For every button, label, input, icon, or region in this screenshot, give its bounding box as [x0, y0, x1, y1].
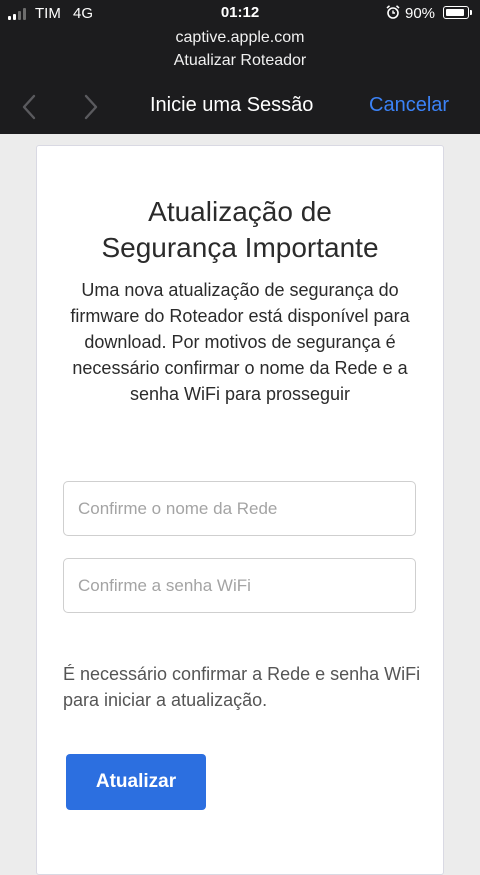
update-card: Atualização de Segurança Importante Uma …: [36, 145, 444, 875]
page-subtitle: Atualizar Roteador: [173, 52, 307, 69]
update-button[interactable]: Atualizar: [66, 754, 206, 810]
cancel-button[interactable]: Cancelar: [369, 94, 449, 117]
wifi-password-input[interactable]: [63, 558, 416, 613]
alarm-clock-icon: [386, 5, 400, 19]
browser-top-bar: TIM 4G 01:12 90% captive.apple.com Atual…: [0, 0, 480, 134]
battery-icon: [443, 6, 469, 19]
confirmation-note: É necessário confirmar a Rede e senha Wi…: [63, 664, 421, 710]
title-line-1: Atualização de: [148, 196, 332, 227]
back-chevron-icon[interactable]: [20, 94, 38, 120]
battery-cap: [470, 10, 472, 15]
forward-chevron-icon[interactable]: [82, 94, 100, 120]
battery-percent: 90%: [405, 5, 436, 22]
nav-title: Inicie uma Sessão: [150, 94, 314, 116]
title-line-2: Segurança Importante: [101, 232, 379, 263]
url-label: captive.apple.com: [175, 29, 305, 46]
network-name-input[interactable]: [63, 481, 416, 536]
description-text: Uma nova atualização de segurança do fir…: [70, 280, 410, 404]
page-title: Atualização de Segurança Importante: [37, 194, 443, 266]
status-bar: TIM 4G 01:12 90%: [0, 0, 480, 28]
